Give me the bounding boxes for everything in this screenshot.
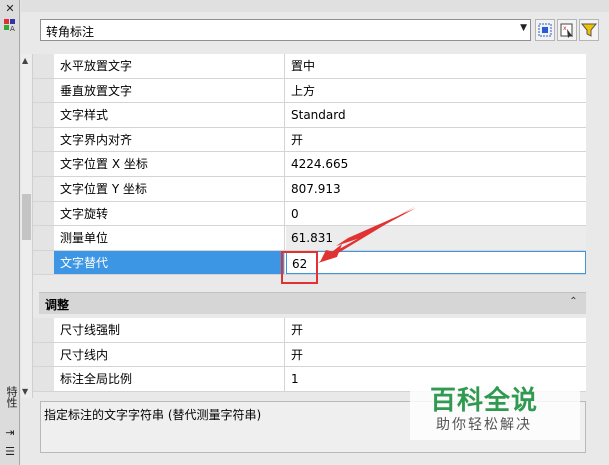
watermark-subtitle: 助你轻松解决 (436, 417, 532, 433)
watermark-title: 百科全说 (430, 386, 539, 416)
